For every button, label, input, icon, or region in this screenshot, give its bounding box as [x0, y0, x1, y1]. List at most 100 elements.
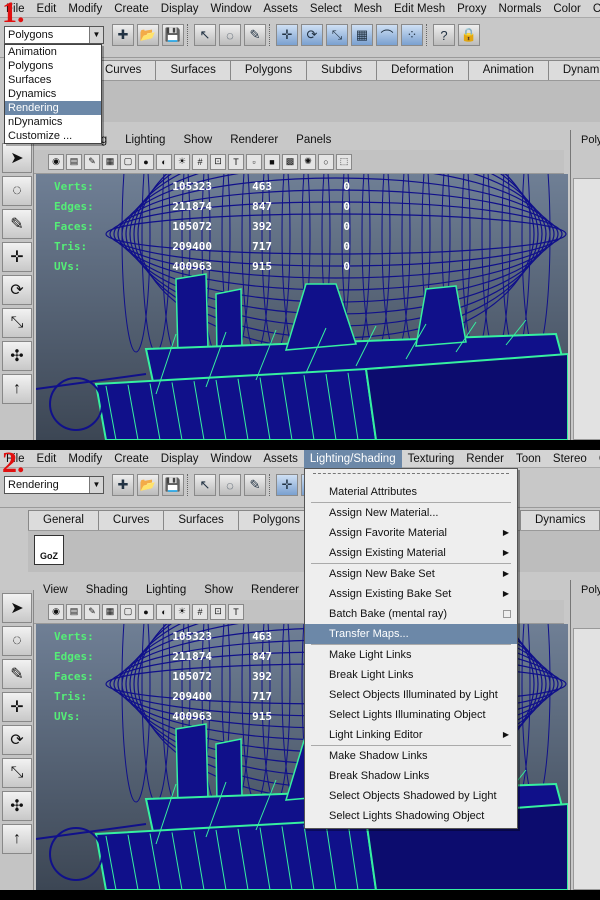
paint-tool-icon[interactable]: ✎: [2, 209, 32, 239]
menu-edit-mesh[interactable]: Edit Mesh: [388, 0, 451, 18]
menu-cre[interactable]: Cre: [593, 450, 600, 468]
lights-icon[interactable]: ☀: [174, 153, 190, 170]
isolate-icon[interactable]: ⬚: [336, 153, 352, 170]
shelf-tab-curves[interactable]: Curves: [97, 510, 165, 530]
menu-set-option-rendering[interactable]: Rendering: [5, 101, 101, 115]
resolution-gate-icon[interactable]: ⊡: [210, 603, 226, 620]
menu-mesh[interactable]: Mesh: [348, 0, 388, 18]
menu-modify[interactable]: Modify: [62, 450, 108, 468]
save-icon[interactable]: 💾: [162, 24, 184, 46]
menu-item-assign-new-bake-set[interactable]: Assign New Bake Set ▶: [305, 564, 517, 584]
menu-normals[interactable]: Normals: [493, 0, 548, 18]
viewport-menu-view[interactable]: View: [34, 584, 77, 596]
menu-window[interactable]: Window: [204, 450, 257, 468]
shelf-tab-polygons[interactable]: Polygons: [229, 60, 308, 80]
scale-tool-icon[interactable]: ⤡: [2, 758, 32, 788]
menu-item-break-light-links[interactable]: Break Light Links: [305, 665, 517, 685]
menu-create[interactable]: Create: [108, 450, 155, 468]
menu-tear-off[interactable]: [313, 473, 509, 479]
camera-icon[interactable]: ◉: [48, 603, 64, 620]
menu-item-batch-bake-mental-ray[interactable]: Batch Bake (mental ray): [305, 604, 517, 624]
help-icon[interactable]: ?: [433, 24, 455, 46]
menu-item-make-light-links[interactable]: Make Light Links: [305, 645, 517, 665]
menu-item-select-objects-shadowed-by-light[interactable]: Select Objects Shadowed by Light: [305, 786, 517, 806]
shelf-tab-dynamics[interactable]: Dynamics: [547, 60, 600, 80]
grid-icon[interactable]: #: [192, 153, 208, 170]
menu-create[interactable]: Create: [108, 0, 155, 18]
menu-toon[interactable]: Toon: [510, 450, 547, 468]
viewport-menu-shading[interactable]: Shading: [77, 584, 137, 596]
menu-set-option-ndynamics[interactable]: nDynamics: [5, 115, 101, 129]
save-icon[interactable]: 💾: [162, 474, 184, 496]
move-icon[interactable]: ✛: [276, 24, 298, 46]
select-arrow-icon[interactable]: ➤: [2, 143, 32, 173]
menu-stereo[interactable]: Stereo: [547, 450, 593, 468]
smooth-shade-icon[interactable]: ●: [138, 603, 154, 620]
rotate-icon[interactable]: ⟳: [301, 24, 323, 46]
menu-set-option-customize[interactable]: Customize ...: [5, 129, 101, 143]
menu-color[interactable]: Color: [547, 0, 586, 18]
move-icon[interactable]: ✛: [276, 474, 298, 496]
grid-icon[interactable]: #: [192, 603, 208, 620]
menu-set-option-dynamics[interactable]: Dynamics: [5, 87, 101, 101]
resolution-gate-icon[interactable]: ⊡: [210, 153, 226, 170]
manipulator-icon[interactable]: ✣: [2, 341, 32, 371]
xray-icon[interactable]: ▫: [246, 153, 262, 170]
menu-set-option-surfaces[interactable]: Surfaces: [5, 73, 101, 87]
lasso-tool-icon[interactable]: ◌: [2, 626, 32, 656]
chevron-down-icon[interactable]: ▼: [89, 477, 103, 493]
scale-icon[interactable]: ⤡: [326, 24, 348, 46]
textured-icon[interactable]: ◐: [156, 603, 172, 620]
viewport-menu-lighting[interactable]: Lighting: [116, 134, 174, 146]
open-folder-icon[interactable]: 📂: [137, 24, 159, 46]
viewport-menu-renderer[interactable]: Renderer: [242, 584, 308, 596]
chevron-down-icon[interactable]: ▼: [89, 27, 103, 43]
shelf-tab-surfaces[interactable]: Surfaces: [155, 60, 231, 80]
menu-assets[interactable]: Assets: [257, 450, 304, 468]
snap-curve-icon[interactable]: ⌒: [376, 24, 398, 46]
menu-set-option-animation[interactable]: Animation: [5, 45, 101, 59]
paint-select-icon[interactable]: ✎: [244, 474, 266, 496]
shelf-tab-animation[interactable]: Animation: [467, 60, 549, 80]
lights-icon[interactable]: ☀: [174, 603, 190, 620]
last-tool-icon[interactable]: ↑: [2, 374, 32, 404]
wireframe-icon[interactable]: ▢: [120, 153, 136, 170]
menu-assets[interactable]: Assets: [257, 0, 304, 18]
paint-select-icon[interactable]: ✎: [244, 24, 266, 46]
menu-edit[interactable]: Edit: [31, 0, 63, 18]
paint-tool-icon[interactable]: ✎: [2, 659, 32, 689]
viewport-menu-panels[interactable]: Panels: [287, 134, 340, 146]
wireframe-icon[interactable]: ▢: [120, 603, 136, 620]
option-box-icon[interactable]: [503, 610, 511, 618]
rotate-tool-icon[interactable]: ⟳: [2, 275, 32, 305]
shelf-tab-surfaces[interactable]: Surfaces: [163, 510, 239, 530]
menu-item-transfer-maps[interactable]: Transfer Maps...: [305, 624, 517, 644]
viewport-menu-show[interactable]: Show: [195, 584, 242, 596]
sphere-icon[interactable]: ○: [318, 153, 334, 170]
smooth-shade-icon[interactable]: ●: [138, 153, 154, 170]
last-tool-icon[interactable]: ↑: [2, 824, 32, 854]
rotate-tool-icon[interactable]: ⟳: [2, 725, 32, 755]
lasso-icon[interactable]: ◌: [219, 24, 241, 46]
shelf-tab-general[interactable]: General: [28, 510, 99, 530]
image-plane-icon[interactable]: ▦: [102, 603, 118, 620]
new-scene-icon[interactable]: ✚: [112, 474, 134, 496]
select-icon[interactable]: ↖: [194, 24, 216, 46]
hud-icon[interactable]: T: [228, 603, 244, 620]
shelf-tab-deformation[interactable]: Deformation: [376, 60, 469, 80]
camera-icon[interactable]: ◉: [48, 153, 64, 170]
menu-item-select-objects-illuminated-by-light[interactable]: Select Objects Illuminated by Light: [305, 685, 517, 705]
move-tool-icon[interactable]: ✛: [2, 242, 32, 272]
menu-item-make-shadow-links[interactable]: Make Shadow Links: [305, 746, 517, 766]
menu-render[interactable]: Render: [460, 450, 510, 468]
menu-item-assign-new-material[interactable]: Assign New Material...: [305, 503, 517, 523]
viewport-menu-lighting[interactable]: Lighting: [137, 584, 195, 596]
camera-attr-icon[interactable]: ▤: [66, 153, 82, 170]
lasso-icon[interactable]: ◌: [219, 474, 241, 496]
menu-lighting-shading[interactable]: Lighting/Shading: [303, 450, 402, 468]
snap-grid-icon[interactable]: ▦: [351, 24, 373, 46]
manipulator-icon[interactable]: ✣: [2, 791, 32, 821]
shelf-tab-subdivs[interactable]: Subdivs: [306, 60, 378, 80]
new-scene-icon[interactable]: ✚: [112, 24, 134, 46]
menu-select[interactable]: Select: [304, 0, 348, 18]
